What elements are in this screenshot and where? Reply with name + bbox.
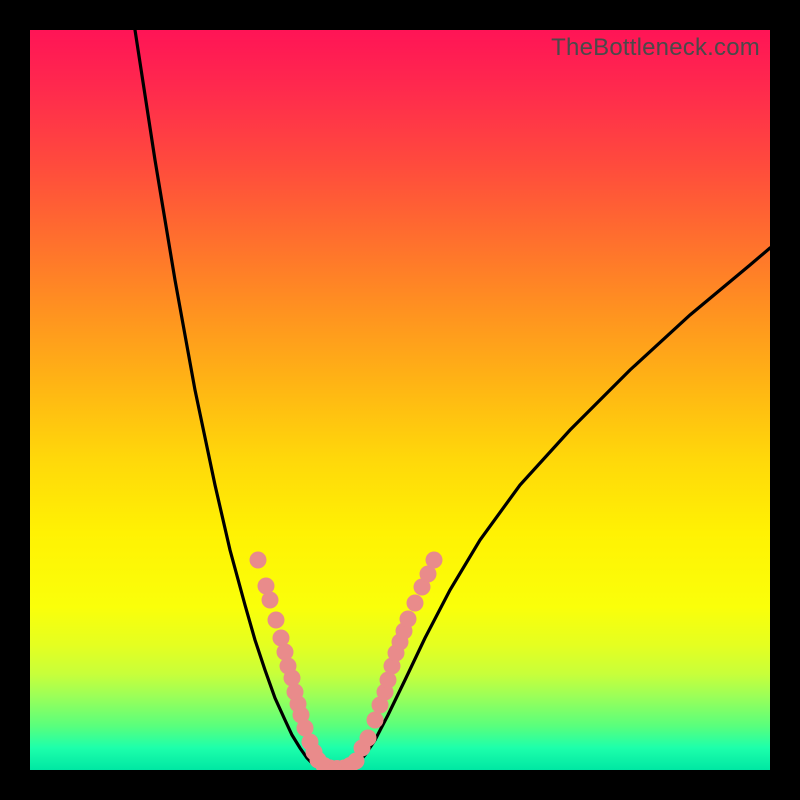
data-marker [250, 552, 267, 569]
data-marker [262, 592, 279, 609]
chart-frame: TheBottleneck.com [30, 30, 770, 770]
bottleneck-curve [135, 30, 770, 770]
curve-group [135, 30, 770, 770]
data-marker [400, 611, 417, 628]
chart-svg [30, 30, 770, 770]
data-marker [284, 670, 301, 687]
data-marker [268, 612, 285, 629]
data-marker [360, 730, 377, 747]
data-marker [426, 552, 443, 569]
data-marker [277, 644, 294, 661]
data-marker [407, 595, 424, 612]
data-marker [367, 712, 384, 729]
